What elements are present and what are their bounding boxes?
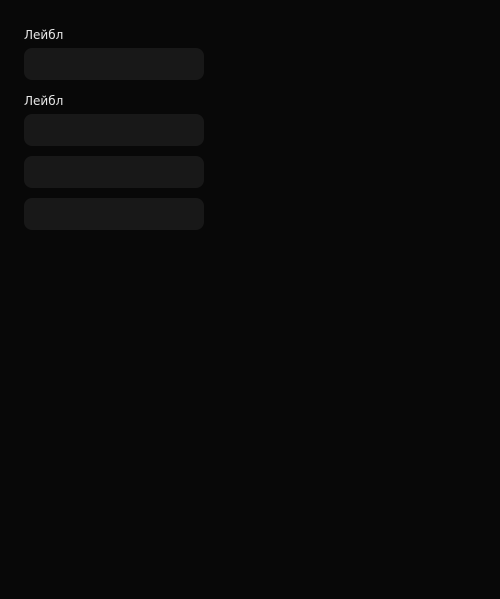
text-input[interactable] bbox=[24, 114, 204, 146]
text-input[interactable] bbox=[24, 198, 204, 230]
text-input[interactable] bbox=[24, 48, 204, 80]
field-label: Лейбл bbox=[24, 28, 64, 42]
field-label: Лейбл bbox=[24, 94, 64, 108]
text-input[interactable] bbox=[24, 156, 204, 188]
